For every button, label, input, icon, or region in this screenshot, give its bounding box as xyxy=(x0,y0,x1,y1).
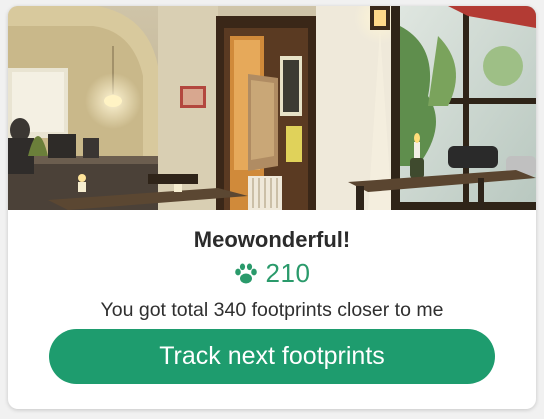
footprint-points: 210 xyxy=(8,258,536,289)
track-next-footprints-button[interactable]: Track next footprints xyxy=(49,329,495,384)
cafe-photo xyxy=(8,6,536,210)
paw-icon xyxy=(234,263,258,285)
reward-title: Meowonderful! xyxy=(193,227,351,252)
total-footprints-text: You got total 340 footprints closer to m… xyxy=(100,299,444,321)
points-value: 210 xyxy=(265,258,311,288)
cafe-interior-image xyxy=(8,6,536,210)
reward-card: Meowonderful! 210 You got total 340 foot… xyxy=(8,6,536,409)
